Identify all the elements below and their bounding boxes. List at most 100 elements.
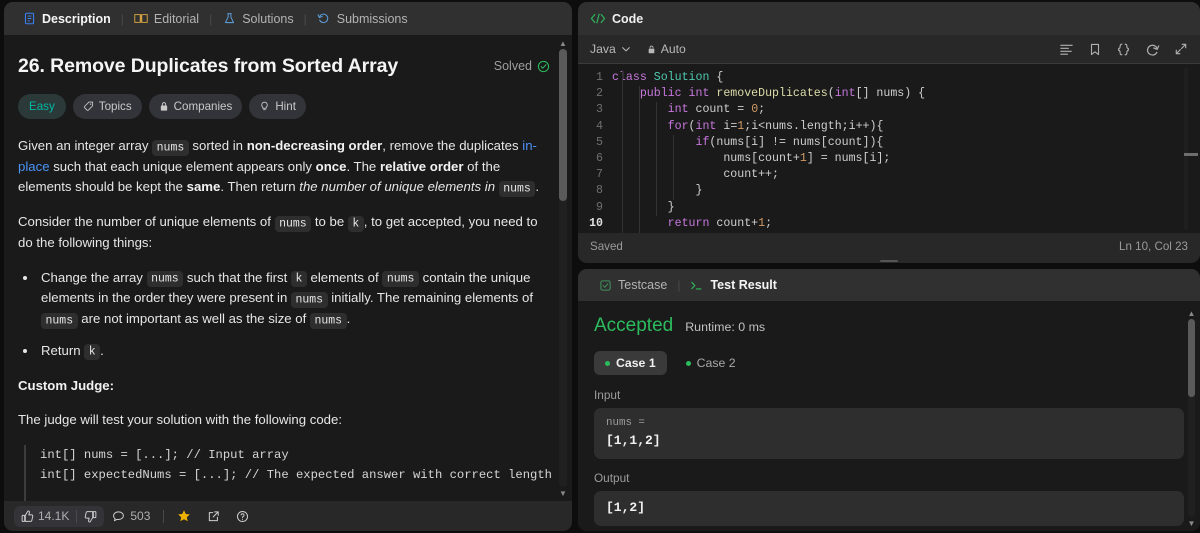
tab-submissions[interactable]: Submissions [309,9,416,29]
topics-button[interactable]: Topics [72,94,142,120]
scrollbar-thumb[interactable] [559,49,567,201]
code-line-text: } [612,232,647,233]
downvote-button[interactable] [77,506,104,527]
input-box[interactable]: nums = [1,1,2] [594,408,1184,459]
tab-label: Submissions [336,11,408,26]
input-label: Input [594,388,621,402]
problem-paragraph-2: Consider the number of unique elements o… [18,212,550,253]
line-number: 11 [578,232,612,233]
flask-icon [222,12,236,26]
text-fragment: Given an integer array [18,138,153,154]
tab-test-result[interactable]: Test Result [682,275,784,295]
language-label: Java [590,42,616,56]
code-line: 7 count++; [578,167,1200,183]
problem-paragraph-1: Given an integer array nums sorted in no… [18,136,550,198]
tab-label: Description [42,11,111,26]
auto-save-indicator[interactable]: Auto [647,42,686,56]
tab-description[interactable]: Description [14,9,119,29]
inline-code: nums [152,139,189,156]
inline-code: nums [309,312,347,329]
lock-icon [647,44,656,55]
format-lines-icon[interactable] [1059,42,1074,57]
favorite-button[interactable] [169,509,199,523]
tab-testcase[interactable]: Testcase [590,275,675,295]
upvote-button[interactable]: 14.1K [14,506,76,527]
custom-judge-heading: Custom Judge: [18,377,114,393]
code-line: 11 } [578,232,1200,233]
case-tab-2[interactable]: Case 2 [675,351,747,375]
inline-code: nums [274,215,312,232]
output-label: Output [594,471,630,485]
comments-button[interactable]: 503 [104,509,158,523]
line-number: 10 [589,216,603,230]
hint-button[interactable]: Hint [249,94,306,120]
vote-group: 14.1K [14,505,105,527]
input-key: nums = [606,417,645,429]
scrollbar-track[interactable] [1188,319,1195,517]
scrollbar-track[interactable] [559,49,567,487]
editor-minimap-scrollbar[interactable] [1184,68,1198,229]
code-editor[interactable]: 1 class Solution {2 public int removeDupl… [578,64,1200,233]
tab-label: Solutions [242,11,294,26]
difficulty-badge[interactable]: Easy [18,94,66,120]
code-label: Code [612,11,644,26]
scroll-up-arrow[interactable]: ▲ [557,37,569,49]
help-button[interactable] [228,510,257,523]
tag-icon [83,101,94,112]
text-fragment: elements of [306,269,383,285]
italic-text: the number of unique elements in [299,179,496,195]
panel-resize-handle[interactable] [578,259,1200,263]
inline-code: nums [498,180,536,197]
result-scrollbar[interactable]: ▲ ▼ [1186,307,1197,529]
difficulty-label: Easy [29,99,55,113]
tab-label: Editorial [153,11,200,26]
language-selector[interactable]: Java [590,42,631,56]
expand-icon[interactable] [1174,42,1188,56]
scroll-down-arrow[interactable]: ▼ [1186,517,1197,529]
bookmark-icon[interactable] [1088,42,1102,57]
indent-guide [639,86,640,233]
page-title: 26. Remove Duplicates from Sorted Array [18,55,399,77]
topics-label: Topics [98,99,132,113]
reset-icon[interactable] [1145,42,1160,57]
bold-text: once [315,159,347,174]
status-dot [605,360,610,366]
scroll-up-arrow[interactable]: ▲ [1186,307,1197,319]
indent-guide [622,70,623,233]
case-tab-1[interactable]: Case 1 [594,351,667,375]
inline-code: nums [146,271,184,288]
scroll-down-arrow[interactable]: ▼ [557,487,569,499]
text-fragment: Change the array [41,269,147,285]
description-content: 26. Remove Duplicates from Sorted Array … [4,35,572,501]
curly-braces-icon[interactable] [1116,42,1131,57]
judge-intro: The judge will test your solution with t… [18,412,343,428]
code-panel: Code Java Auto 1 class Solution {2 publ… [578,2,1200,263]
comments-count: 503 [130,509,151,523]
description-tabbar: Description | Editorial | Solutions | Su… [4,2,572,35]
code-panel-header: Code [578,2,1200,35]
code-line-text: return count+1; [667,216,773,230]
code-line-text: class Solution { [612,71,724,84]
minimap-thumb[interactable] [1184,153,1198,156]
verdict-label: Accepted [594,315,674,336]
text-fragment: . [100,342,104,358]
line-number: 5 [596,135,603,149]
scrollbar-thumb[interactable] [1188,319,1195,397]
description-scrollbar[interactable]: ▲ ▼ [557,37,569,499]
code-line-text: nums[count+1] = nums[i]; [612,152,891,166]
title-row: 26. Remove Duplicates from Sorted Array … [18,51,550,81]
line-number: 2 [596,87,603,101]
companies-button[interactable]: Companies [148,94,243,120]
save-status: Saved [590,239,623,253]
share-button[interactable] [199,510,228,523]
text-fragment: such that each unique element appears on… [49,159,316,174]
tab-solutions[interactable]: Solutions [214,9,301,29]
code-header-title: Code [590,12,643,26]
case-tabs: Case 1 Case 2 [594,351,1184,375]
bold-text: relative order [379,159,464,174]
result-content: Accepted Runtime: 0 ms Case 1 Case 2 Inp… [578,301,1200,531]
list-item: Change the array nums such that the firs… [38,268,550,330]
book-icon [134,12,148,26]
text-fragment: are not important as well as the size of [77,311,310,327]
tab-editorial[interactable]: Editorial [126,9,207,29]
